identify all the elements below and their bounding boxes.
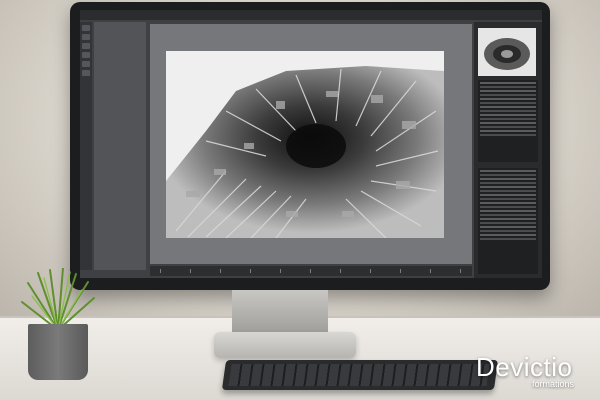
keyboard-keys	[228, 364, 490, 386]
properties-list[interactable]	[478, 80, 538, 162]
timeline-tick	[340, 269, 341, 273]
tool-button[interactable]	[82, 34, 90, 40]
render-canvas	[166, 51, 444, 238]
layers-list[interactable]	[478, 168, 538, 274]
left-toolbar	[80, 22, 92, 270]
timeline-tick	[220, 269, 221, 273]
watermark-logo: Devictio formations	[470, 352, 590, 392]
tool-button[interactable]	[82, 52, 90, 58]
timeline-bar[interactable]	[150, 266, 472, 276]
timeline-tick	[400, 269, 401, 273]
monitor-stand-base	[214, 332, 356, 358]
monitor	[70, 2, 550, 290]
timeline-tick	[280, 269, 281, 273]
potted-plant	[18, 268, 98, 380]
timeline-tick	[310, 269, 311, 273]
preview-thumbnail-image	[478, 28, 536, 76]
watermark-sub-text: formations	[532, 379, 575, 389]
viewport[interactable]	[150, 24, 472, 264]
timeline-tick	[160, 269, 161, 273]
keyboard	[221, 360, 499, 390]
timeline-tick	[190, 269, 191, 273]
right-panel	[474, 22, 542, 278]
fractal-render-image	[166, 51, 444, 238]
timeline-tick	[250, 269, 251, 273]
app-menubar	[80, 10, 542, 20]
monitor-screen	[80, 10, 542, 278]
timeline-tick	[430, 269, 431, 273]
tool-button[interactable]	[82, 70, 90, 76]
timeline-tick	[460, 269, 461, 273]
tool-button[interactable]	[82, 61, 90, 67]
tool-button[interactable]	[82, 25, 90, 31]
timeline-tick	[370, 269, 371, 273]
tool-button[interactable]	[82, 43, 90, 49]
monitor-stand-neck	[232, 290, 328, 336]
side-panel	[94, 22, 146, 270]
preview-thumbnail[interactable]	[478, 28, 536, 76]
plant-pot	[28, 324, 88, 380]
